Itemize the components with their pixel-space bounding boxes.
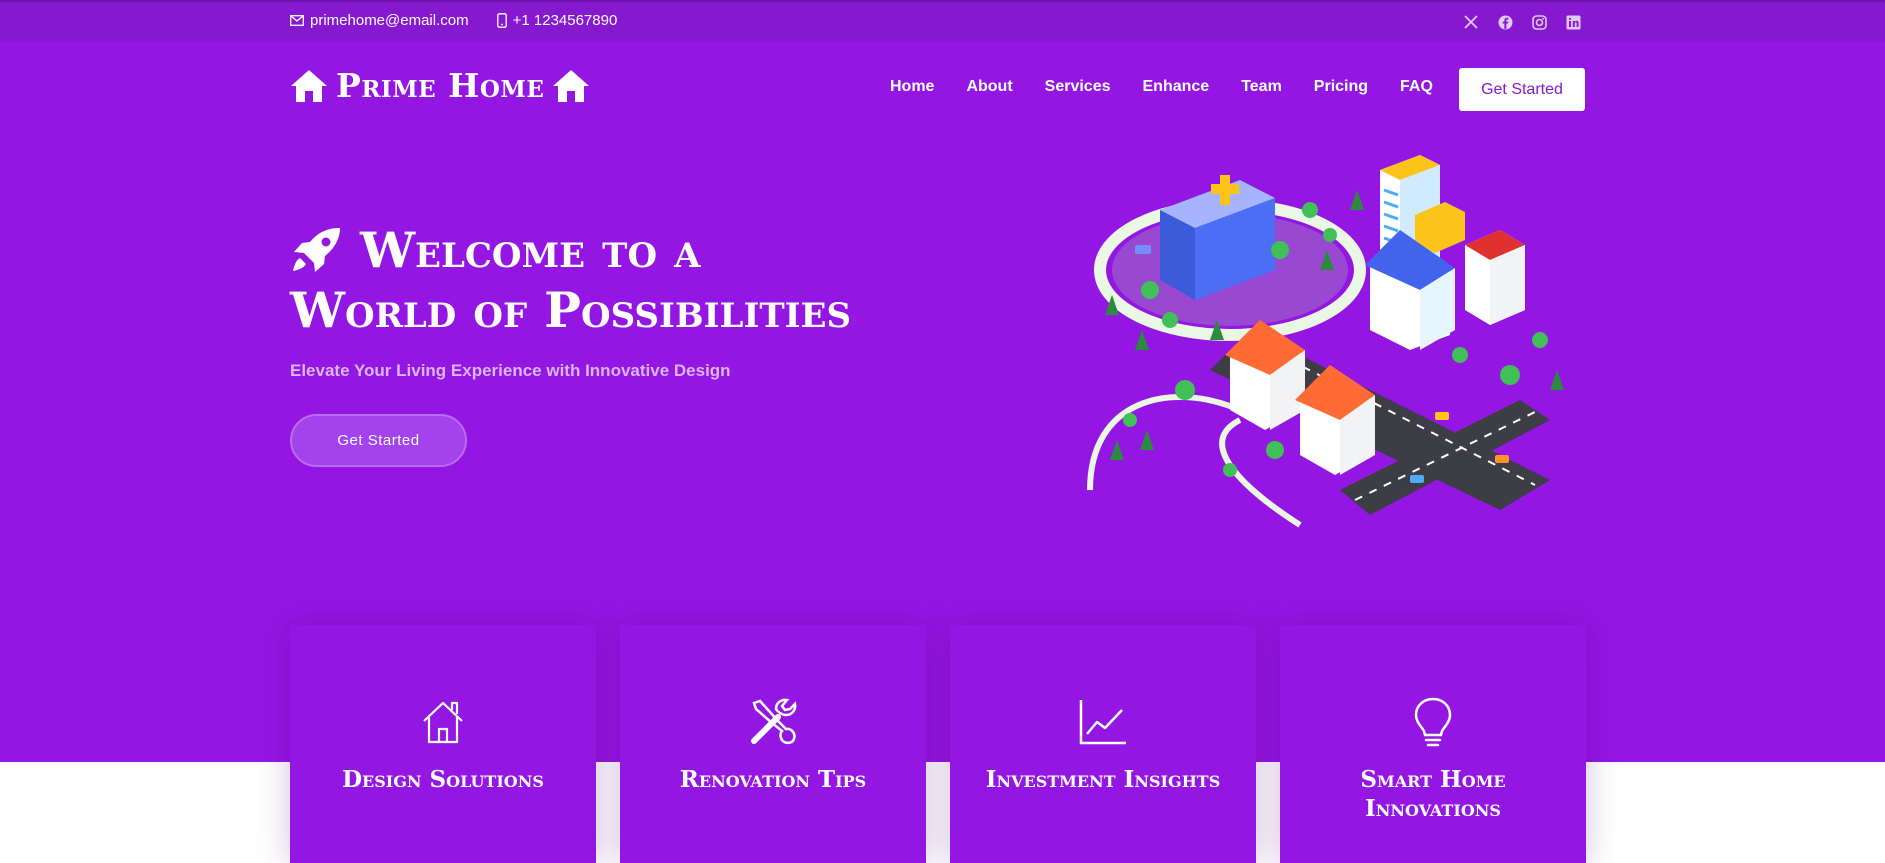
hero-title: Welcome to a World of Possibilities [290, 220, 851, 340]
feature-card-investment-insights[interactable]: Investment Insights [950, 625, 1256, 863]
nav-services[interactable]: Services [1045, 78, 1111, 96]
feature-card-renovation-tips[interactable]: Renovation Tips [620, 625, 926, 863]
feature-card-design-solutions[interactable]: Design Solutions [290, 625, 596, 863]
feature-card-smart-home-innovations[interactable]: Smart Home Innovations [1280, 625, 1586, 863]
card-title: Smart Home Innovations [1360, 766, 1506, 822]
nav-home[interactable]: Home [890, 78, 934, 96]
house-icon [553, 69, 590, 102]
card-title: Design Solutions [342, 766, 544, 793]
tools-icon [748, 697, 798, 747]
nav-pricing[interactable]: Pricing [1314, 78, 1368, 96]
get-started-button[interactable]: Get Started [1459, 68, 1585, 111]
nav-about[interactable]: About [966, 78, 1012, 96]
nav-faq[interactable]: FAQ [1400, 78, 1433, 96]
hero-title-line1: Welcome to a [360, 221, 701, 279]
envelope-icon [290, 15, 304, 26]
hero-title-line2: World of Possibilities [290, 281, 852, 339]
email-link[interactable]: primehome@email.com [290, 12, 469, 29]
main-nav: Home About Services Enhance Team Pricing… [890, 78, 1433, 96]
brand-name: Prime Home [336, 66, 545, 105]
instagram-icon[interactable] [1531, 14, 1547, 30]
facebook-icon[interactable] [1497, 14, 1513, 30]
social-links [1463, 14, 1581, 30]
hero-get-started-button[interactable]: Get Started [290, 414, 467, 467]
rocket-icon [293, 228, 340, 272]
x-icon[interactable] [1463, 14, 1479, 30]
nav-team[interactable]: Team [1241, 78, 1282, 96]
email-text: primehome@email.com [310, 12, 469, 29]
chart-icon [1078, 697, 1128, 747]
hero-subtitle: Elevate Your Living Experience with Inno… [290, 361, 731, 380]
phone-text: +1 1234567890 [512, 12, 618, 29]
card-title: Investment Insights [985, 766, 1221, 793]
top-bar: primehome@email.com +1 1234567890 [0, 0, 1885, 41]
card-title: Renovation Tips [679, 766, 867, 793]
city-illustration [1087, 155, 1564, 528]
lightbulb-icon [1414, 697, 1452, 747]
phone-link[interactable]: +1 1234567890 [496, 12, 618, 29]
phone-icon [496, 13, 507, 28]
brand-logo[interactable]: Prime Home [290, 66, 590, 105]
contact-info: primehome@email.com +1 1234567890 [290, 12, 617, 29]
house-icon [421, 697, 465, 747]
nav-enhance[interactable]: Enhance [1143, 78, 1210, 96]
house-icon [291, 69, 327, 102]
linkedin-icon[interactable] [1565, 14, 1581, 30]
feature-cards: Design Solutions Renovation Tips Investm… [290, 625, 1586, 863]
